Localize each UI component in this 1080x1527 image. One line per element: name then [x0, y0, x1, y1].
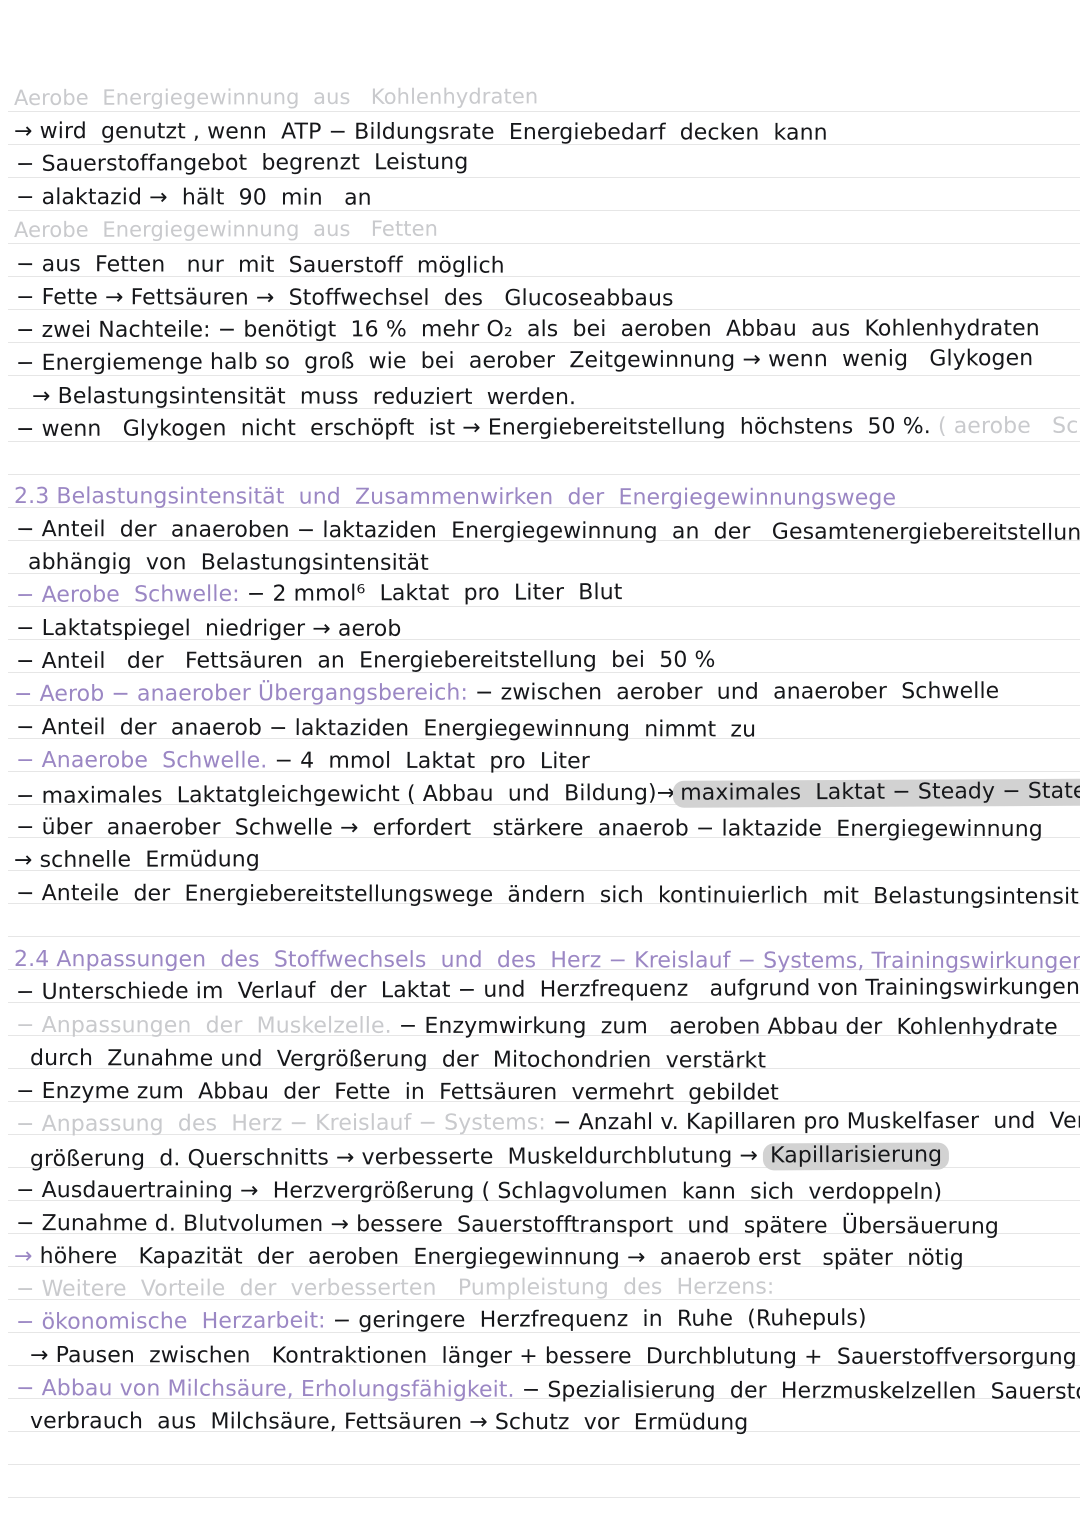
purple-term: − Aerobe Schwelle: [15, 581, 240, 608]
note-line: − Ausdauertraining → Herzvergrößerung ( … [15, 1178, 943, 1205]
note-line: − Laktatspiegel niedriger → aerob [15, 616, 402, 642]
note-line-purple-term: − Anaerobe Schwelle. − 4 mmol Laktat pro… [15, 748, 590, 775]
note-section-heading: 2.4 Anpassungen des Stoffwechsels und de… [13, 947, 1080, 975]
note-subheading-faded: Aerobe Energiegewinnung aus Kohlenhydrat… [13, 84, 539, 110]
note-line: − alaktazid → hält 90 min an [15, 185, 372, 211]
purple-term: − Anaerobe Schwelle. [15, 748, 268, 774]
note-line: → schnelle Ermüdung [13, 847, 260, 873]
note-line-with-faded-tail: − wenn Glykogen nicht erschöpft ist → En… [15, 413, 1080, 442]
note-line-purple-arrow: → höhere Kapazität der aeroben Energiege… [13, 1244, 964, 1271]
note-subheading-faded: − Weitere Vorteile der verbesserten Pump… [15, 1274, 775, 1302]
note-line-purple-term: − Abbau von Milchsäure, Erholungsfähigke… [15, 1376, 1080, 1405]
note-subheading-faded: Aerobe Energiegewinnung aus Fetten [13, 216, 439, 242]
note-line: → Belastungsintensität muss reduziert we… [31, 384, 577, 411]
handwritten-content: Aerobe Energiegewinnung aus Kohlenhydrat… [0, 0, 1080, 1527]
note-line-purple-term: − ökonomische Herzarbeit: − geringere He… [15, 1305, 867, 1335]
note-line: − Unterschiede im Verlauf der Laktat − u… [15, 974, 1080, 1005]
note-line: − Anteil der Fettsäuren an Energiebereit… [15, 647, 716, 674]
note-line: → Pausen zwischen Kontraktionen länger +… [29, 1343, 1077, 1371]
note-line-purple-term: − Aerob − anaerober Übergangsbereich: − … [13, 678, 1000, 707]
note-line-purple-term: − Aerobe Schwelle: − 2 mmol⁶ Laktat pro … [15, 580, 623, 608]
note-line: verbrauch aus Milchsäure, Fettsäuren → S… [29, 1409, 749, 1436]
note-line-highlighted: − maximales Laktatgleichgewicht ( Abbau … [16, 778, 1080, 811]
note-line: − Enzyme zum Abbau der Fette in Fettsäur… [15, 1079, 779, 1106]
notebook-page: Aerobe Energiegewinnung aus Kohlenhydrat… [0, 0, 1080, 1527]
faded-term: − Anpassungen der Muskelzelle. [15, 1013, 392, 1039]
note-line: → wird genutzt , wenn ATP − Bildungsrate… [13, 119, 828, 146]
purple-term: − Abbau von Milchsäure, Erholungsfähigke… [15, 1376, 515, 1403]
purple-term: − Aerob − anaerober Übergangsbereich: [13, 680, 468, 707]
note-line: abhängig von Belastungsintensität [27, 550, 429, 576]
note-line: durch Zunahme und Vergrößerung der Mitoc… [29, 1046, 767, 1074]
note-line: − Anteile der Energiebereitstellungswege… [15, 881, 1080, 910]
highlighted-term: maximales Laktat − Steady − State [673, 778, 1080, 808]
faded-term: − Anpassung des Herz − Kreislauf − Syste… [15, 1110, 546, 1137]
highlighted-term: Kapillarisierung [763, 1142, 950, 1171]
arrow-icon: → [13, 1244, 33, 1270]
note-line: − aus Fetten nur mit Sauerstoff möglich [15, 252, 505, 279]
note-line-highlighted: größerung d. Querschnitts → verbesserte … [30, 1142, 950, 1174]
note-line: − zwei Nachteile: − benötigt 16 % mehr O… [15, 316, 1040, 343]
note-line: − Zunahme d. Blutvolumen → bessere Sauer… [15, 1211, 999, 1240]
note-line: − Energiemenge halb so groß wie bei aero… [15, 346, 1034, 376]
note-line: − Fette → Fettsäuren → Stoffwechsel des … [15, 285, 674, 312]
purple-term: − ökonomische Herzarbeit: [15, 1308, 326, 1335]
note-line-faded-term: − Anpassung des Herz − Kreislauf − Syste… [15, 1108, 1080, 1137]
note-line-faded-term: − Anpassungen der Muskelzelle. − Enzymwi… [15, 1013, 1058, 1041]
note-line: − Anteil der anaeroben − laktaziden Ener… [15, 517, 1080, 546]
note-line: − Sauerstoffangebot begrenzt Leistung [15, 149, 469, 177]
note-section-heading: 2.3 Belastungsintensität und Zusammenwir… [13, 484, 897, 511]
note-line: − Anteil der anaerob − laktaziden Energi… [15, 715, 757, 743]
note-line: − über anaerober Schwelle → erfordert st… [15, 815, 1043, 843]
